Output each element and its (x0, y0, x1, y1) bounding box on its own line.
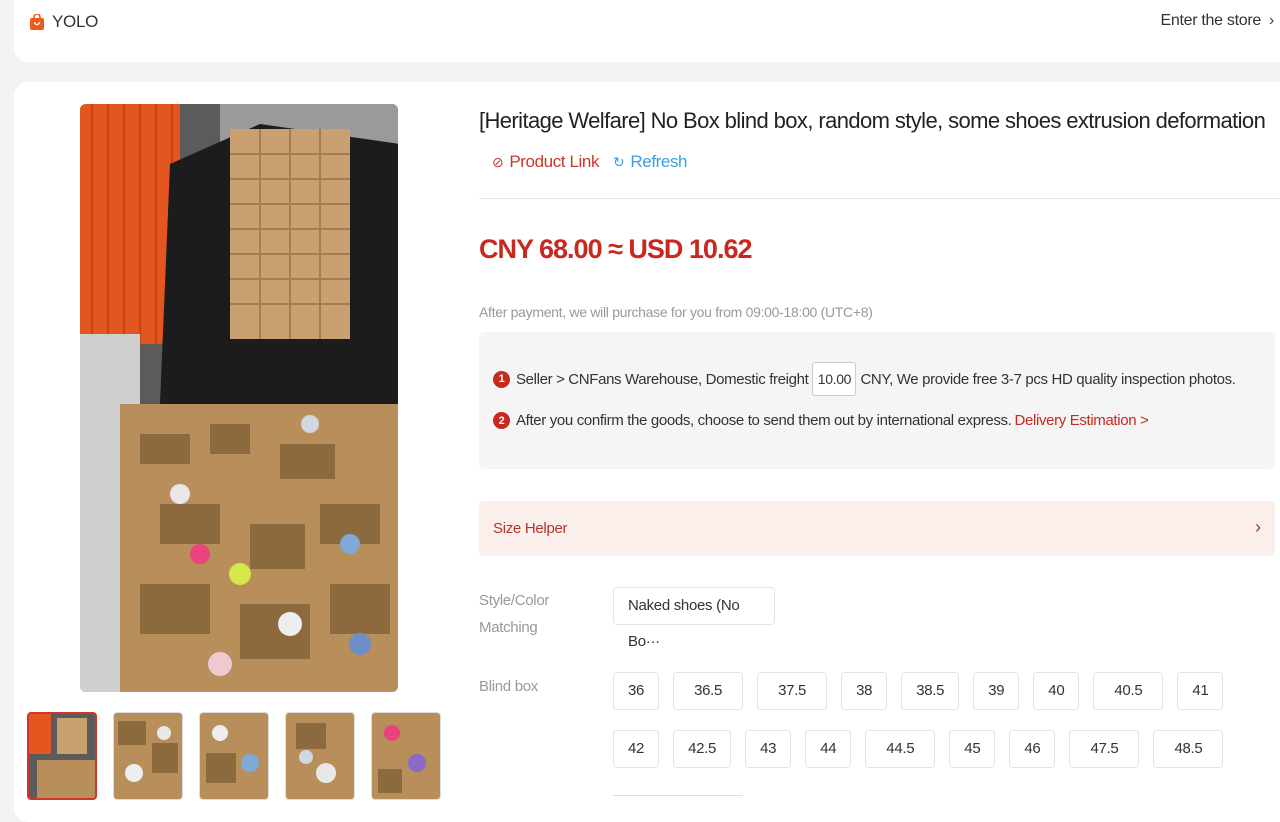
shopping-bag-icon (30, 14, 44, 30)
thumbnail-image[interactable] (371, 712, 441, 800)
refresh-label: Refresh (630, 152, 688, 171)
size-option[interactable]: 39 (973, 672, 1020, 710)
size-option[interactable]: 36.5 (673, 672, 744, 710)
size-option[interactable]: 45 (949, 730, 996, 768)
size-option[interactable]: 47.5 (1069, 730, 1140, 768)
thumbnail-strip (27, 712, 441, 800)
product-title: [Heritage Welfare] No Box blind box, ran… (479, 108, 1266, 133)
product-card: [Heritage Welfare] No Box blind box, ran… (14, 82, 1280, 822)
step1-text-after: CNY, We provide free 3-7 pcs HD quality … (860, 370, 1236, 388)
main-product-image[interactable] (80, 104, 398, 692)
warehouse-photo-image (80, 104, 398, 692)
store-name: YOLO (52, 12, 99, 31)
size-option[interactable]: 42 (613, 730, 660, 768)
size-option[interactable]: 38.5 (901, 672, 960, 710)
delivery-estimation-link[interactable]: Delivery Estimation > (1015, 412, 1149, 429)
purchase-note: After payment, we will purchase for you … (479, 304, 873, 320)
thumbnail-image[interactable] (199, 712, 269, 800)
thumbnail-image[interactable] (27, 712, 97, 800)
enter-store-link[interactable]: Enter the store › (1160, 12, 1275, 30)
step-number-badge: 1 (493, 370, 510, 388)
size-option[interactable]: 40 (1033, 672, 1080, 710)
size-option[interactable]: 44 (805, 730, 852, 768)
size-option[interactable]: 38 (841, 672, 888, 710)
thumbnail-image[interactable] (113, 712, 183, 800)
size-helper-bar[interactable]: Size Helper › (479, 501, 1275, 556)
product-links: ⊘ Product Link ↻ Refresh (492, 152, 688, 172)
store-logo[interactable]: YOLO (30, 12, 98, 32)
size-helper-label: Size Helper (493, 520, 568, 537)
product-link-label: Product Link (509, 152, 600, 171)
blind-box-label: Blind box (479, 678, 539, 695)
style-color-label: Style/Color Matching (479, 592, 550, 636)
info-step-2: 2 After you confirm the goods, choose to… (493, 412, 1149, 429)
size-option[interactable]: 44.5 (865, 730, 936, 768)
link-icon: ⊘ (492, 153, 504, 170)
size-option[interactable]: 42.5 (673, 730, 732, 768)
size-option[interactable]: 46 (1009, 730, 1056, 768)
size-option[interactable]: 40.5 (1093, 672, 1164, 710)
divider (479, 198, 1280, 199)
step2-text: After you confirm the goods, choose to s… (516, 412, 1012, 429)
thumbnail-image[interactable] (285, 712, 355, 800)
chevron-right-icon: › (1255, 517, 1261, 537)
size-options: 36 36.5 37.5 38 38.5 39 40 40.5 41 42 42… (613, 672, 1253, 768)
domestic-freight-value: 10.00 (812, 362, 857, 396)
product-price: CNY 68.00 ≈ USD 10.62 (479, 234, 752, 264)
step1-text-before: Seller > CNFans Warehouse, Domestic frei… (516, 370, 809, 388)
refresh-link[interactable]: ↻ Refresh (613, 152, 687, 172)
size-option[interactable]: 36 (613, 672, 660, 710)
style-option[interactable]: Naked shoes (No Bo··· (613, 587, 775, 650)
shipping-info-box: 1 Seller > CNFans Warehouse, Domestic fr… (479, 332, 1275, 469)
store-header: YOLO Enter the store › (14, 0, 1280, 62)
size-option[interactable]: 48.5 (1153, 730, 1224, 768)
info-step-1: 1 Seller > CNFans Warehouse, Domestic fr… (493, 362, 1236, 396)
size-option[interactable]: 43 (745, 730, 792, 768)
refresh-icon: ↻ (613, 153, 625, 170)
enter-store-label: Enter the store (1160, 12, 1262, 29)
product-link[interactable]: ⊘ Product Link (492, 152, 599, 172)
step-number-badge: 2 (493, 412, 510, 429)
size-option[interactable]: 37.5 (757, 672, 828, 710)
size-option[interactable]: 41 (1177, 672, 1224, 710)
next-option-row-edge (613, 795, 743, 802)
chevron-right-icon: › (1268, 12, 1274, 29)
